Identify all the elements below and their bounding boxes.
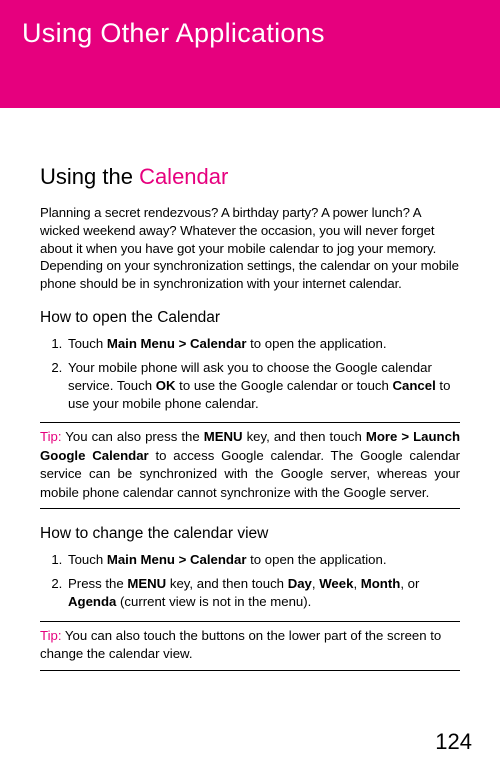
- bold-text: Day: [288, 576, 312, 591]
- text: ,: [353, 576, 360, 591]
- text: key, and then touch: [243, 429, 366, 444]
- list-item: Touch Main Menu > Calendar to open the a…: [66, 335, 460, 353]
- bold-text: Main Menu > Calendar: [107, 336, 247, 351]
- section-title: Using the Calendar: [40, 164, 460, 190]
- text: (current view is not in the menu).: [116, 594, 311, 609]
- page-content: Using the Calendar Planning a secret ren…: [0, 108, 500, 671]
- subheading-open-calendar: How to open the Calendar: [40, 309, 460, 327]
- bold-text: Agenda: [68, 594, 116, 609]
- text: Touch: [68, 552, 107, 567]
- text: to open the application.: [246, 552, 386, 567]
- tip-block-2: Tip: You can also touch the buttons on t…: [40, 621, 460, 671]
- tip-block-1: Tip: You can also press the MENU key, an…: [40, 422, 460, 509]
- bold-text: OK: [156, 378, 176, 393]
- change-view-steps: Touch Main Menu > Calendar to open the a…: [40, 551, 460, 610]
- text: to open the application.: [246, 336, 386, 351]
- open-calendar-steps: Touch Main Menu > Calendar to open the a…: [40, 335, 460, 412]
- header-title: Using Other Applications: [22, 18, 478, 49]
- text: You can also touch the buttons on the lo…: [40, 628, 441, 661]
- text: key, and then touch: [166, 576, 287, 591]
- bold-text: MENU: [204, 429, 243, 444]
- text: , or: [400, 576, 419, 591]
- section-title-prefix: Using the: [40, 164, 139, 189]
- page-number: 124: [435, 729, 472, 755]
- bold-text: Month: [361, 576, 401, 591]
- intro-paragraph: Planning a secret rendezvous? A birthday…: [40, 204, 460, 293]
- text: Touch: [68, 336, 107, 351]
- bold-text: Cancel: [393, 378, 436, 393]
- tip-label: Tip:: [40, 628, 65, 643]
- bold-text: Week: [319, 576, 353, 591]
- text: Press the: [68, 576, 127, 591]
- page-header: Using Other Applications: [0, 0, 500, 108]
- bold-text: Main Menu > Calendar: [107, 552, 247, 567]
- section-title-bold: Calendar: [139, 164, 228, 189]
- bold-text: MENU: [127, 576, 166, 591]
- list-item: Touch Main Menu > Calendar to open the a…: [66, 551, 460, 569]
- list-item: Press the MENU key, and then touch Day , …: [66, 575, 460, 611]
- text: to use the Google calendar or touch: [176, 378, 393, 393]
- list-item: Your mobile phone will ask you to choose…: [66, 359, 460, 412]
- subheading-change-view: How to change the calendar view: [40, 525, 460, 543]
- tip-label: Tip:: [40, 429, 65, 444]
- text: You can also press the: [65, 429, 203, 444]
